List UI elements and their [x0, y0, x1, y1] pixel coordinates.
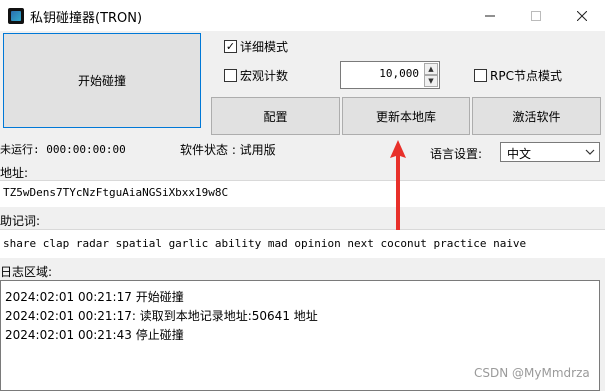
window-title: 私钥碰撞器(TRON)	[30, 11, 143, 26]
minimize-icon	[485, 15, 495, 16]
activate-software-button[interactable]: 激活软件	[472, 97, 601, 135]
caret-down-icon: ▼	[428, 77, 434, 85]
macro-count-label: 宏观计数	[240, 69, 289, 83]
language-value: 中文	[507, 147, 532, 161]
log-label: 日志区域:	[0, 265, 53, 279]
maximize-button[interactable]	[513, 0, 559, 31]
language-label: 语言设置:	[430, 147, 483, 161]
detail-mode-checkbox[interactable]: ✓	[224, 40, 237, 53]
log-line: 2024:02:01 00:21:17: 读取到本地记录地址:50641 地址	[5, 309, 318, 323]
detail-mode-label: 详细模式	[240, 40, 289, 54]
log-line: 2024:02:01 00:21:43 停止碰撞	[5, 328, 184, 342]
spin-up-button[interactable]: ▲	[424, 63, 438, 75]
close-button[interactable]	[559, 0, 605, 31]
minimize-button[interactable]	[467, 0, 513, 31]
mnemonic-value: share clap radar spatial garlic ability …	[3, 237, 527, 250]
spin-down-button[interactable]: ▼	[424, 75, 438, 87]
caret-up-icon: ▲	[428, 65, 434, 73]
software-state-label: 软件状态 : 试用版	[180, 143, 276, 157]
annotation-arrow-icon	[390, 140, 406, 230]
title-bar: 私钥碰撞器(TRON)	[0, 0, 605, 31]
start-collision-button[interactable]: 开始碰撞	[3, 33, 201, 128]
rpc-node-mode-checkbox[interactable]	[474, 69, 487, 82]
address-label: 地址:	[0, 166, 29, 180]
address-value: TZ5wDens7TYcNzFtguAiaNGSiXbxx19w8C	[3, 186, 229, 199]
mnemonic-label: 助记词:	[0, 214, 41, 228]
watermark: CSDN @MyMmdrza	[474, 366, 590, 380]
address-field[interactable]: TZ5wDens7TYcNzFtguAiaNGSiXbxx19w8C	[0, 180, 605, 207]
chevron-down-icon	[585, 149, 595, 155]
update-library-button[interactable]: 更新本地库	[342, 97, 470, 135]
mnemonic-field[interactable]: share clap radar spatial garlic ability …	[0, 229, 605, 258]
maximize-icon	[531, 10, 541, 21]
runtime-label: 未运行: 000:00:00:00	[0, 143, 126, 156]
close-icon	[577, 10, 587, 21]
app-icon	[8, 8, 24, 24]
rpc-node-mode-label: RPC节点模式	[490, 69, 562, 83]
counter-value: 10,000	[379, 67, 419, 80]
macro-count-checkbox[interactable]	[224, 69, 237, 82]
log-line: 2024:02:01 00:21:17 开始碰撞	[5, 290, 184, 304]
config-button[interactable]: 配置	[211, 97, 340, 135]
language-select[interactable]: 中文	[500, 142, 600, 162]
